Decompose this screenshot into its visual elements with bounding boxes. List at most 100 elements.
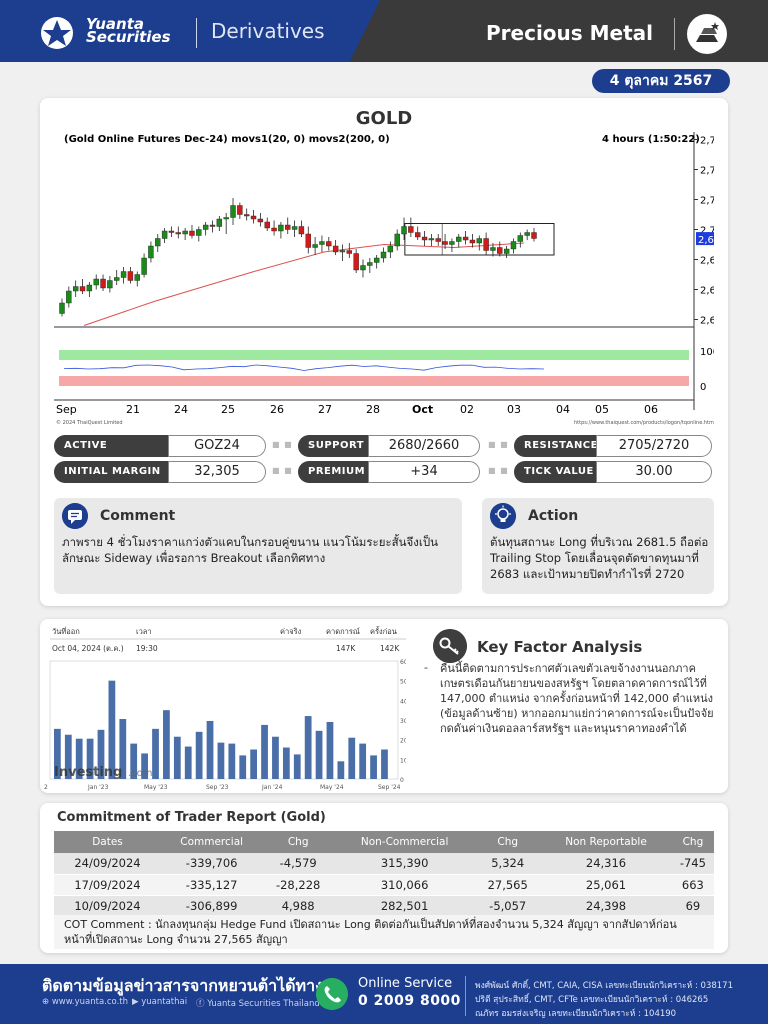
x-tick-label: Jan '24 (261, 784, 283, 791)
candle-body (332, 245, 339, 253)
candle-body (483, 238, 489, 251)
analyst-line: ปริตี สุประสิทธิ์, CMT, CFTe เลขทะเบียนน… (475, 995, 709, 1005)
y-tick-label: 500 (400, 679, 406, 686)
candle-body (182, 230, 188, 235)
candle-body (230, 205, 236, 218)
key-factor-card: วันที่ออก เวลา ค่าจริง คาดการณ์ ครั้งก่อน Oct… (40, 619, 728, 793)
candle-body (127, 271, 134, 281)
candle-body (490, 247, 496, 251)
bar (282, 747, 290, 779)
comment-text: ภาพราย 4 ชั่วโมงราคาแกว่งตัวแคบในกรอบคู่… (62, 535, 438, 565)
candle-body (360, 265, 366, 271)
bar (184, 746, 192, 779)
table-header: ครั้งก่อน (370, 626, 397, 636)
price-chart: (Gold Online Futures Dec-24) movs1(20, 0… (54, 132, 714, 428)
candle-body (462, 236, 469, 241)
candle-body (339, 250, 346, 253)
candle-body (442, 241, 448, 245)
cot-title: Commitment of Trader Report (Gold) (57, 810, 326, 825)
candle-body (86, 284, 93, 292)
candle-body (100, 278, 106, 289)
bar (173, 736, 181, 779)
initial-margin-value: 32,305 (168, 461, 266, 483)
candle-body (223, 217, 229, 220)
col-header: Dates (54, 831, 161, 853)
bar (348, 737, 356, 779)
header: Yuanta Securities Derivatives Precious M… (0, 0, 768, 62)
table-header: วันที่ออก (52, 626, 80, 636)
candle-body (469, 239, 476, 244)
y-tick-label: 600 (400, 659, 406, 666)
candle-body (421, 236, 428, 241)
comment-icon (62, 503, 88, 529)
cot-table: Dates Commercial Chg Non-Commercial Chg … (54, 831, 714, 917)
cell: 315,390 (333, 853, 476, 875)
table-cell: 19:30 (136, 644, 158, 653)
bar (315, 730, 323, 779)
cell: 24/09/2024 (54, 853, 161, 875)
candle-body (298, 226, 305, 235)
active-contract-label: ACTIVE CONTRACT : (54, 435, 168, 473)
cot-comment: COT Comment : นักลงทุนกลุ่ม Hedge Fund เ… (54, 915, 714, 949)
phone-number[interactable]: 0 2009 8000 (358, 993, 461, 1009)
x-tick-label: 02 (460, 403, 474, 416)
col-header: Non-Commercial (333, 831, 476, 853)
candle-body (278, 224, 284, 232)
x-tick-label: 21 (126, 403, 140, 416)
x-tick-label: 26 (270, 403, 284, 416)
online-service-label: Online Service (358, 976, 453, 991)
candle-body (285, 224, 291, 230)
section-title: Derivatives (211, 19, 325, 43)
analyst-line: ณภัทร อมรส่งเจริญ เลขทะเบียนนักวิเคราะห์… (475, 1009, 677, 1019)
candle-body (216, 218, 223, 227)
col-header: Chg (671, 831, 714, 853)
candle-body (435, 238, 441, 242)
x-tick-label: Sep '24 (378, 784, 401, 791)
tick-value-label: TICK VALUE : (514, 461, 596, 499)
table-row: 24/09/2024 -339,706 -4,579 315,390 5,324… (54, 853, 714, 875)
cot-card: Commitment of Trader Report (Gold) Dates… (40, 803, 728, 953)
cell: 24,398 (540, 895, 672, 917)
col-header: Commercial (160, 831, 263, 853)
candle-body (524, 232, 530, 236)
initial-margin-label: INITIAL MARGIN : (54, 461, 168, 499)
social-link-2[interactable]: ⓕ Yuanta Securities Thailand (196, 997, 320, 1009)
bar (195, 731, 203, 779)
x-tick-label: 06 (644, 403, 658, 416)
candle-body (114, 277, 120, 281)
bar (261, 724, 268, 779)
bar (304, 716, 312, 779)
yuanta-logo-icon (41, 17, 73, 49)
x-tick-label: May '23 (144, 784, 168, 791)
rsi-oversold-band (59, 376, 689, 386)
candle-body (319, 241, 325, 245)
social-link-1[interactable]: ▶ yuantathai (132, 997, 187, 1007)
cell: -4,579 (262, 853, 334, 875)
bar (272, 736, 279, 779)
last-price-label: 2,693.60 (698, 235, 714, 246)
pill-dots: ■ ■ (272, 466, 293, 475)
candle-body (189, 230, 195, 236)
candle-body (401, 226, 407, 235)
candle-body (456, 236, 462, 242)
resistance-label: RESISTANCE : (514, 435, 597, 473)
chart-timeframe: 4 hours (1:50:22) (602, 134, 700, 145)
header-divider-2 (674, 18, 675, 50)
y-tick-label: 200 (400, 738, 406, 745)
cell: 310,066 (333, 874, 476, 896)
key-icon (433, 629, 467, 663)
candle-body (93, 278, 99, 286)
footer-divider (465, 976, 466, 1016)
chart-title: GOLD (355, 108, 413, 129)
chart-subtitle: (Gold Online Futures Dec-24) movs1(20, 0… (64, 134, 390, 145)
website-link[interactable]: ⊕ www.yuanta.co.th (42, 997, 128, 1007)
candle-body (449, 241, 455, 245)
candle-body (326, 241, 332, 247)
rsi-label-top: 100.0000 (700, 347, 714, 358)
table-header: คาดการณ์ (326, 627, 360, 636)
cell: -28,228 (262, 874, 334, 896)
candle-body (503, 248, 510, 254)
cell: 282,501 (333, 895, 476, 917)
bar (370, 755, 377, 779)
support-label: SUPPORT : (298, 435, 368, 473)
